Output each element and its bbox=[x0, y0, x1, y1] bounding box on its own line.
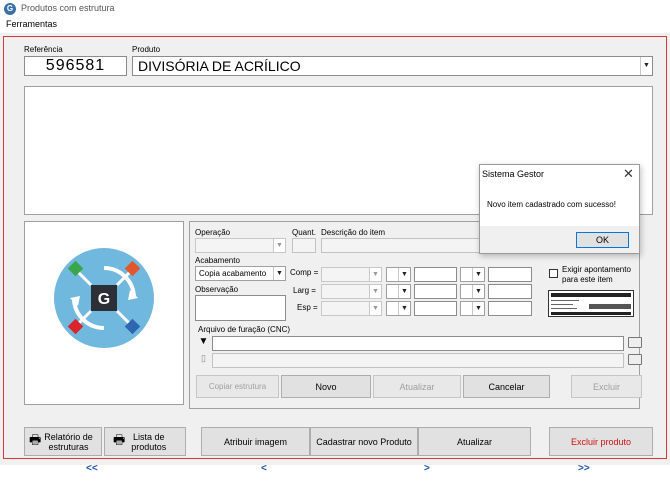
observacao-label: Observação bbox=[195, 285, 239, 294]
referencia-label: Referência bbox=[24, 45, 63, 54]
chevron-down-icon[interactable]: ▼ bbox=[472, 285, 484, 298]
exigir-checkbox[interactable] bbox=[549, 269, 558, 278]
chevron-down-icon[interactable]: ▼ bbox=[273, 239, 285, 252]
ok-button[interactable]: OK bbox=[576, 232, 629, 248]
chevron-down-icon[interactable]: ▼ bbox=[369, 268, 381, 281]
label-preview-icon bbox=[548, 290, 634, 317]
chevron-down-icon[interactable]: ▼ bbox=[472, 302, 484, 315]
larg-select-2[interactable]: ▼ bbox=[386, 284, 411, 299]
nav-next-button[interactable]: > bbox=[424, 463, 430, 474]
larg-label: Larg = bbox=[293, 286, 316, 295]
larg-select-1[interactable]: ▼ bbox=[321, 284, 382, 299]
chevron-down-icon[interactable]: ▼ bbox=[640, 57, 652, 75]
esp-select-2[interactable]: ▼ bbox=[386, 301, 411, 316]
lista-produtos-button[interactable]: 🖶 Lista de produtos bbox=[104, 427, 186, 456]
esp-input-2[interactable] bbox=[488, 301, 532, 316]
menu-ferramentas[interactable]: Ferramentas bbox=[6, 19, 57, 29]
app-icon: G bbox=[4, 3, 16, 15]
referencia-field[interactable]: 596581 bbox=[24, 56, 127, 76]
nav-first-button[interactable]: << bbox=[86, 463, 98, 474]
comp-label: Comp = bbox=[290, 268, 319, 277]
atribuir-imagem-button[interactable]: Atribuir imagem bbox=[201, 427, 310, 456]
excluir-produto-button[interactable]: Excluir produto bbox=[549, 427, 653, 456]
observacao-input[interactable] bbox=[195, 295, 286, 321]
lista-line2: produtos bbox=[131, 441, 167, 452]
gestor-logo: G bbox=[54, 248, 154, 348]
close-icon[interactable]: ✕ bbox=[623, 166, 634, 182]
produto-value: DIVISÓRIA DE ACRÍLICO bbox=[138, 58, 301, 74]
esp-label: Esp = bbox=[297, 303, 318, 312]
chevron-down-icon[interactable]: ▼ bbox=[398, 285, 410, 298]
chevron-down-icon[interactable]: ▼ bbox=[273, 267, 285, 280]
descricao-label: Descrição do item bbox=[321, 228, 386, 237]
acabamento-value: Copia acabamento bbox=[199, 269, 267, 278]
operacao-label: Operação bbox=[195, 228, 231, 237]
copiar-estrutura-button[interactable]: Copiar estrutura bbox=[196, 375, 279, 398]
quant-label: Quant. bbox=[292, 228, 317, 237]
esp-select-3[interactable]: ▼ bbox=[460, 301, 485, 316]
comp-select-3[interactable]: ▼ bbox=[460, 267, 485, 282]
produto-select[interactable]: DIVISÓRIA DE ACRÍLICO ▼ bbox=[132, 56, 653, 76]
larg-select-3[interactable]: ▼ bbox=[460, 284, 485, 299]
chevron-down-icon[interactable]: ▼ bbox=[398, 302, 410, 315]
arquivo-cnc-input-2[interactable] bbox=[212, 353, 624, 368]
comp-input-1[interactable] bbox=[414, 267, 457, 282]
exigir-label-line1: Exigir apontamento bbox=[562, 265, 631, 274]
atualizar-produto-button[interactable]: Atualizar bbox=[418, 427, 531, 456]
folder-open-icon[interactable] bbox=[628, 354, 642, 365]
printer-icon: 🖶 bbox=[113, 431, 126, 447]
relatorio-line1: Relatório de bbox=[44, 431, 93, 442]
relatorio-line2: estruturas bbox=[48, 441, 89, 452]
lista-line1: Lista de bbox=[133, 431, 165, 442]
esp-select-1[interactable]: ▼ bbox=[321, 301, 382, 316]
chevron-down-icon[interactable]: ▼ bbox=[398, 268, 410, 281]
dialog-message: Novo item cadastrado com sucesso! bbox=[487, 200, 616, 209]
cadastrar-novo-produto-button[interactable]: Cadastrar novo Produto bbox=[310, 427, 418, 456]
quant-input[interactable] bbox=[292, 238, 316, 253]
folder-open-icon[interactable] bbox=[628, 337, 642, 348]
arquivo-label: Arquivo de furação (CNC) bbox=[198, 325, 291, 334]
cancelar-button[interactable]: Cancelar bbox=[463, 375, 550, 398]
comp-select-1[interactable]: ▼ bbox=[321, 267, 382, 282]
menu-bar bbox=[0, 18, 670, 32]
file-cnc-icon[interactable]: ▯ bbox=[196, 353, 211, 368]
larg-input-2[interactable] bbox=[488, 284, 532, 299]
message-dialog: Sistema Gestor ✕ Novo item cadastrado co… bbox=[479, 164, 640, 254]
exigir-label-line2: para este item bbox=[562, 275, 613, 284]
printer-icon: 🖶 bbox=[29, 431, 42, 447]
novo-button[interactable]: Novo bbox=[281, 375, 371, 398]
comp-input-2[interactable] bbox=[488, 267, 532, 282]
product-image-panel: G bbox=[24, 221, 184, 405]
logo-letter: G bbox=[98, 291, 110, 308]
dialog-title: Sistema Gestor bbox=[482, 169, 545, 179]
atualizar-item-button[interactable]: Atualizar bbox=[373, 375, 461, 398]
chevron-down-icon[interactable]: ▼ bbox=[369, 302, 381, 315]
arquivo-cnc-input[interactable] bbox=[212, 336, 624, 351]
nav-last-button[interactable]: >> bbox=[578, 463, 590, 474]
produto-label: Produto bbox=[132, 45, 161, 54]
larg-input-1[interactable] bbox=[414, 284, 457, 299]
window-title: Produtos com estrutura bbox=[21, 3, 115, 13]
esp-input-1[interactable] bbox=[414, 301, 457, 316]
acabamento-label: Acabamento bbox=[195, 256, 240, 265]
chevron-down-icon[interactable]: ▼ bbox=[472, 268, 484, 281]
chevron-down-icon[interactable]: ▼ bbox=[369, 285, 381, 298]
descricao-input[interactable] bbox=[321, 238, 481, 253]
relatorio-estruturas-button[interactable]: 🖶 Relatório de estruturas bbox=[24, 427, 102, 456]
acabamento-select[interactable]: Copia acabamento ▼ bbox=[195, 266, 286, 281]
excluir-item-button[interactable]: Excluir bbox=[571, 375, 642, 398]
nav-prev-button[interactable]: < bbox=[261, 463, 267, 474]
drill-icon[interactable]: ▼ bbox=[196, 336, 211, 351]
operacao-select[interactable]: ▼ bbox=[195, 238, 286, 253]
comp-select-2[interactable]: ▼ bbox=[386, 267, 411, 282]
